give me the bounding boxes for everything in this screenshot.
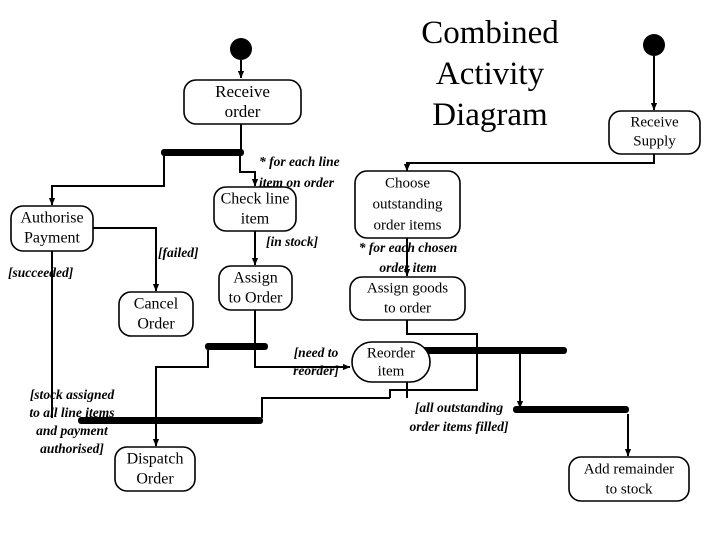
node-check-line-item[interactable]: Check line item — [213, 186, 297, 232]
node-receive-order-line-0: Receive — [215, 82, 270, 101]
node-choose-outstanding-line-0: Choose — [385, 175, 430, 191]
edge-authorise-payment-to-cancel-order — [92, 227, 160, 292]
fork-bar-supply — [409, 347, 567, 354]
guard-stock-assigned-line-0: [stock assigned — [30, 387, 115, 402]
node-assign-to-order-line-1: to Order — [229, 290, 283, 307]
node-authorise-payment[interactable]: Authorise Payment — [10, 205, 94, 252]
node-authorise-payment-line-1: Payment — [24, 230, 81, 247]
node-reorder-item-line-1: item — [378, 363, 405, 379]
node-receive-order-line-1: order — [225, 102, 261, 121]
node-cancel-order-line-1: Order — [137, 316, 175, 333]
guard-for-each-line-item-line-0: * for each line — [259, 154, 340, 169]
edge-fork-to-check-line-item — [239, 156, 259, 187]
diagram-title-line-0: Combined — [421, 15, 559, 51]
node-check-line-item-line-0: Check line — [221, 191, 290, 208]
node-add-remainder-line-1: to stock — [605, 481, 653, 497]
diagram-title-line-1: Activity — [436, 56, 545, 92]
node-authorise-payment-line-0: Authorise — [20, 210, 83, 227]
guard-failed-line-0: [failed] — [158, 245, 199, 260]
node-receive-supply-line-0: Receive — [630, 114, 679, 130]
node-choose-outstanding-line-2: order items — [374, 217, 442, 233]
edge-join-lineitems-to-mid — [155, 350, 209, 418]
guard-failed: [failed] — [158, 245, 199, 260]
join-bar-lineitems — [205, 343, 268, 350]
guard-in-stock-line-0: [in stock] — [266, 234, 319, 249]
guard-for-each-line-item: * for each line item on order — [259, 154, 340, 190]
edge-receive-supply-to-choose-outstanding — [403, 153, 655, 172]
node-add-remainder-line-0: Add remainder — [584, 461, 674, 477]
node-assign-goods-to-order[interactable]: Assign goods to order — [349, 276, 466, 321]
node-assign-to-order[interactable]: Assign to Order — [218, 265, 293, 311]
guard-for-each-line-item-line-1: item on order — [259, 175, 335, 190]
node-receive-order[interactable]: Receive order — [183, 79, 302, 125]
node-reorder-item[interactable]: Reorder item — [351, 341, 431, 383]
node-cancel-order-line-0: Cancel — [134, 296, 179, 313]
node-dispatch-order-line-0: Dispatch — [127, 451, 184, 468]
activity-node-layer: Receive order Authorise Payment Check li… — [10, 79, 701, 502]
guard-stock-assigned-line-3: authorised] — [40, 441, 104, 456]
node-dispatch-order-line-1: Order — [136, 471, 174, 488]
node-choose-outstanding[interactable]: Choose outstanding order items — [354, 170, 461, 239]
guard-for-each-chosen-line-0: * for each chosen — [359, 240, 458, 255]
guard-need-to-reorder-line-0: [need to — [294, 345, 339, 360]
node-check-line-item-line-1: item — [241, 211, 270, 228]
edge-layer — [48, 56, 658, 457]
guard-all-outstanding-line-0: [all outstanding — [415, 400, 503, 415]
node-cancel-order[interactable]: Cancel Order — [118, 291, 194, 337]
guard-stock-assigned-line-2: and payment — [36, 423, 109, 438]
node-reorder-item-line-0: Reorder — [367, 345, 415, 361]
join-bar-remainder — [513, 406, 629, 413]
guard-all-outstanding-line-1: order items filled] — [410, 419, 509, 434]
node-choose-outstanding-line-1: outstanding — [373, 196, 443, 212]
guard-all-outstanding-filled: [all outstanding order items filled] — [410, 400, 509, 434]
guard-need-to-reorder: [need to reorder] — [293, 345, 339, 378]
fork-bar-order — [161, 149, 244, 156]
diagram-svg: Receive order Authorise Payment Check li… — [8, 15, 701, 502]
guard-in-stock: [in stock] — [266, 234, 319, 249]
node-dispatch-order[interactable]: Dispatch Order — [114, 446, 196, 492]
diagram-title-line-2: Diagram — [432, 97, 548, 133]
diagram-title: Combined Activity Diagram — [421, 15, 559, 133]
node-add-remainder-to-stock[interactable]: Add remainder to stock — [568, 456, 690, 502]
initial-node-order — [230, 38, 252, 60]
node-receive-supply-line-1: Supply — [633, 133, 676, 149]
guard-for-each-chosen-line-1: order item — [379, 260, 436, 275]
node-receive-supply[interactable]: Receive Supply — [608, 110, 701, 155]
initial-node-supply — [643, 34, 665, 56]
node-assign-goods-line-0: Assign goods — [367, 280, 448, 296]
guard-stock-assigned-line-1: to all line items — [29, 405, 114, 420]
edge-supply-from-right-branch — [261, 397, 390, 418]
activity-diagram-canvas: Receive order Authorise Payment Check li… — [0, 0, 720, 540]
node-assign-goods-line-1: to order — [384, 300, 431, 316]
guard-succeeded-line-0: [succeeded] — [8, 265, 74, 280]
edge-fork-to-authorise-payment — [48, 156, 165, 206]
guard-need-to-reorder-line-1: reorder] — [293, 363, 339, 378]
node-assign-to-order-line-0: Assign — [233, 270, 277, 287]
guard-succeeded: [succeeded] — [8, 265, 74, 280]
